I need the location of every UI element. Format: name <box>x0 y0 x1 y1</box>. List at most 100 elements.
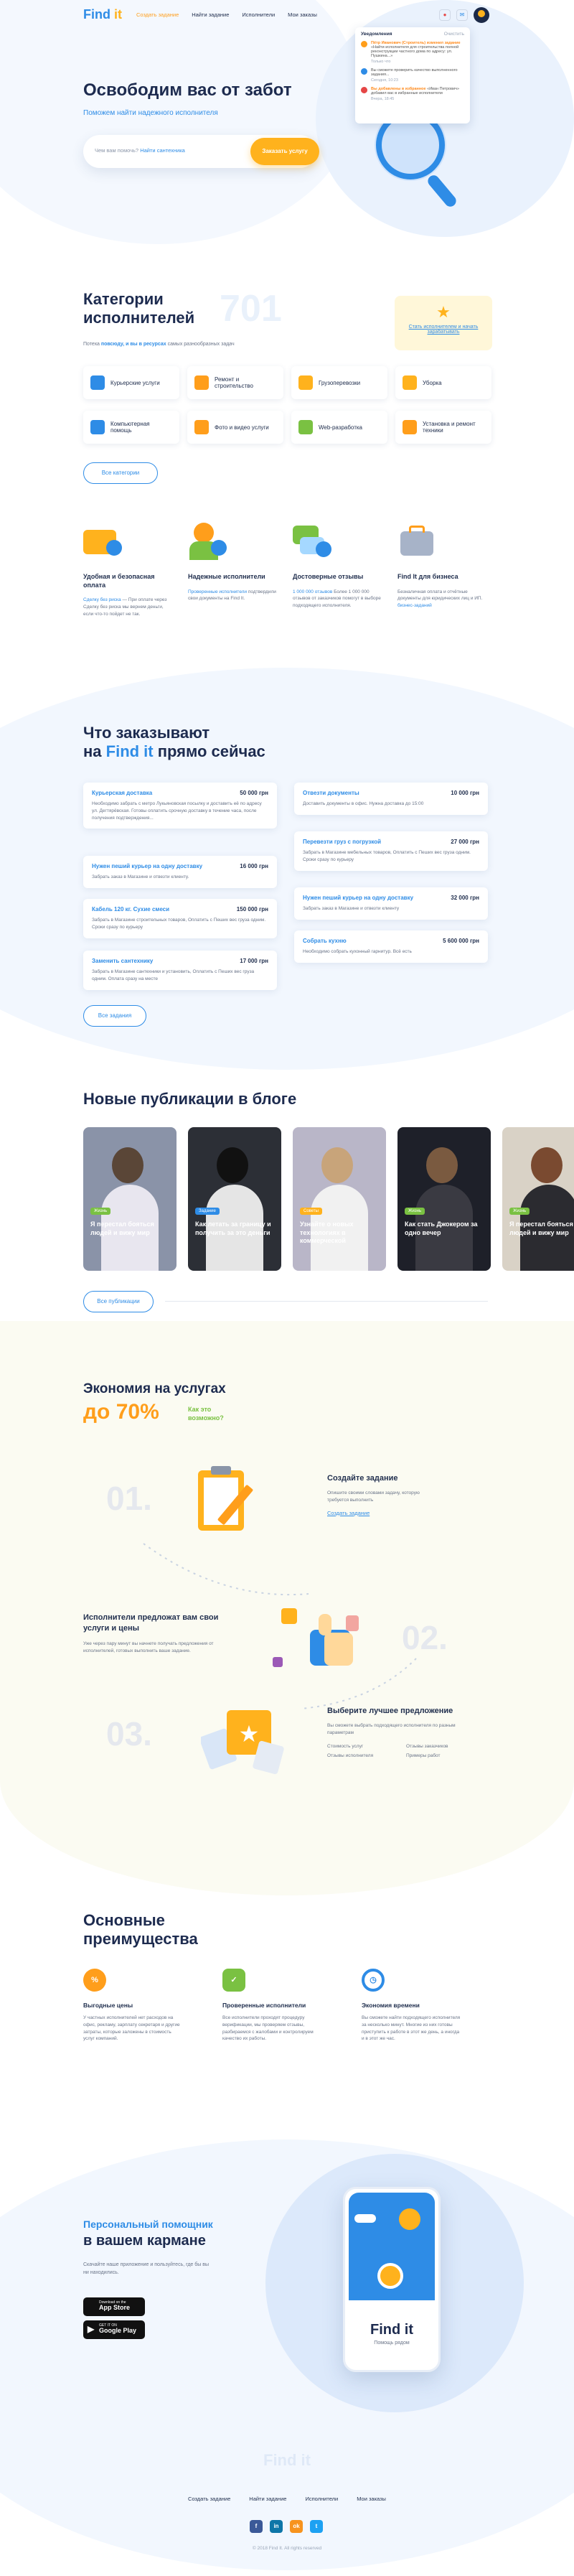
search-bar: Чем вам помочь? Найти сантехника Заказат… <box>83 135 319 168</box>
task-card[interactable]: Перевезти груз с погрузкой 27 000 грн Забр… <box>294 831 488 871</box>
category-cleaning[interactable]: Уборка <box>395 366 491 399</box>
task-card[interactable]: Кабель 120 кг. Сухие смеси 150 000 грн Заб… <box>83 899 277 938</box>
courier-icon <box>90 375 105 390</box>
notification-item[interactable]: Пётр Иванович (Строитель) изменил задани… <box>361 41 464 64</box>
hero-subtitle: Поможем найти надежного исполнителя <box>83 109 218 117</box>
task-card[interactable]: Собрать кухню 5 600 000 грн Необходимо соб… <box>294 930 488 963</box>
nav-find-task[interactable]: Найти задание <box>192 11 229 18</box>
blog-post[interactable]: Задание Как летать за границу и получить … <box>188 1127 281 1271</box>
task-card[interactable]: Нужен пеший курьер на одну доставку 32 00… <box>294 887 488 920</box>
heart-icon <box>361 87 367 93</box>
odnoklassniki-icon[interactable]: ok <box>290 2520 303 2533</box>
tools-icon <box>194 375 209 390</box>
app-text: Скачайте наше приложение и пользуйтесь, … <box>83 2262 210 2275</box>
category-appliances[interactable]: Установка и ремонт техники <box>395 411 491 444</box>
dashed-path <box>143 1543 309 1596</box>
feature-payment: Удобная и безопасная оплата Сделку без р… <box>83 523 174 618</box>
person-icon <box>188 523 228 563</box>
economy-title: Экономия на услугах <box>83 1381 226 1396</box>
code-icon <box>298 420 313 434</box>
google-play-button[interactable]: ▶ GET IT ON Google Play <box>83 2320 145 2339</box>
footer-nav-find-task[interactable]: Найти задание <box>249 2496 286 2502</box>
task-card[interactable]: Отвезти документы 10 000 грн Доставить док… <box>294 783 488 815</box>
economy-accent: до 70% <box>83 1400 159 1424</box>
blog-title: Новые публикации в блоге <box>83 1090 297 1108</box>
all-posts-button[interactable]: Все публикации <box>83 1291 154 1312</box>
all-categories-button[interactable]: Все категории <box>83 462 158 484</box>
blog-post[interactable]: Жизнь Как стать Джокером за одно вечер <box>397 1127 491 1271</box>
blog-post[interactable]: Жизнь Я перестал бояться людей и вижу мир <box>83 1127 177 1271</box>
category-cargo[interactable]: Грузоперевозки <box>291 366 387 399</box>
advantage-prices: % Выгодные цены У частных исполнителей нет… <box>83 1969 184 2043</box>
notifications-panel: Уведомления Очистить Пётр Иванович (Строи… <box>355 27 470 123</box>
nav-performers[interactable]: Исполнители <box>242 11 275 18</box>
truck-icon <box>298 375 313 390</box>
clear-notifications-link[interactable]: Очистить <box>444 32 464 37</box>
bullet: Отзывы исполнителя <box>327 1753 374 1758</box>
star-icon: ★ <box>436 303 451 321</box>
footer-nav-my-orders[interactable]: Мои заказы <box>357 2496 386 2502</box>
percent-icon: % <box>83 1969 106 1992</box>
notification-item[interactable]: Вы сможете проверить качество выполненно… <box>361 68 464 83</box>
bullet: Примеры работ <box>406 1753 441 1758</box>
category-web[interactable]: Web-разработка <box>291 411 387 444</box>
category-courier[interactable]: Курьерские услуги <box>83 366 179 399</box>
feature-reliable: Надежные исполнители Проверенные исполни… <box>188 523 278 602</box>
app-store-button[interactable]: Download on the App Store <box>83 2297 145 2316</box>
wallet-icon <box>83 523 123 563</box>
category-computer[interactable]: Компьютерная помощь <box>83 411 179 444</box>
bell-icon[interactable]: ● <box>439 9 451 21</box>
task-card[interactable]: Заменить сантехнику 17 000 грн Забрать в М… <box>83 951 277 990</box>
order-service-button[interactable]: Заказать услугу <box>250 138 319 165</box>
step-number: 01. <box>106 1480 152 1517</box>
chat-icon <box>293 523 333 563</box>
become-performer-link[interactable]: Стать исполнителем и начать зарабатывать <box>395 325 492 335</box>
divider <box>165 1301 488 1302</box>
task-card[interactable]: Курьерская доставка 50 000 грн Необходимо … <box>83 783 277 829</box>
notification-item[interactable]: Вы добавлены в избранное «Иван Петрович»… <box>361 87 464 101</box>
clipboard-illustration <box>198 1466 253 1531</box>
categories-subtitle: Потеха повсюду, и вы в ресурсах самых ра… <box>83 342 235 347</box>
message-icon[interactable]: ✉ <box>456 9 468 21</box>
become-performer-card: ★ Стать исполнителем и начать зарабатыва… <box>395 296 492 350</box>
footer-nav: Создать задание Найти задание Исполнител… <box>0 2496 574 2502</box>
step-create: Создайте задание Опишите своими словами з… <box>327 1473 435 1516</box>
all-tasks-button[interactable]: Все задания <box>83 1005 146 1027</box>
footer-logo[interactable]: Find it <box>0 2451 574 2470</box>
create-task-link[interactable]: Создать задание <box>327 1510 435 1516</box>
facebook-icon[interactable]: f <box>250 2520 263 2533</box>
info-icon <box>361 68 367 75</box>
main-nav: Создать задание Найти задание Исполнител… <box>136 11 317 18</box>
bg-blob <box>0 0 359 244</box>
search-input[interactable]: Чем вам помочь? Найти сантехника <box>95 147 185 154</box>
advantage-verified: ✓ Проверенные исполнители Все исполнители … <box>222 1969 323 2043</box>
hero-title: Освободим вас от забот <box>83 80 292 100</box>
magnifier-illustration <box>375 109 456 207</box>
footer-nav-create-task[interactable]: Создать задание <box>188 2496 230 2502</box>
step-number: 03. <box>106 1715 152 1753</box>
category-photo-video[interactable]: Фото и видео услуги <box>187 411 283 444</box>
copyright: © 2018 Find It. All rights reserved <box>252 2546 322 2551</box>
blog-post[interactable]: Советы Узнайте о новых технологиях в комм… <box>293 1127 386 1271</box>
advantages-title: Основные преимущества <box>83 1911 198 1949</box>
linkedin-icon[interactable]: in <box>270 2520 283 2533</box>
app-title-line2: в вашем кармане <box>83 2233 206 2249</box>
shield-icon: ✓ <box>222 1969 245 1992</box>
footer-nav-performers[interactable]: Исполнители <box>305 2496 338 2502</box>
nav-my-orders[interactable]: Мои заказы <box>288 11 317 18</box>
nav-create-task[interactable]: Создать задание <box>136 11 179 18</box>
twitter-icon[interactable]: t <box>310 2520 323 2533</box>
play-icon: ▶ <box>88 2324 95 2334</box>
how-possible-link[interactable]: Как это возможно? <box>188 1406 238 1422</box>
orders-title: Что заказывают на Find it прямо сейчас <box>83 724 265 761</box>
briefcase-icon <box>397 523 438 563</box>
phone-subtitle: Помощь рядом <box>374 2341 410 2346</box>
avatar[interactable] <box>474 7 489 23</box>
logo[interactable]: Find it <box>83 7 122 22</box>
stopwatch-icon: ◷ <box>362 1969 385 1992</box>
bullet: Отзывы заказчиков <box>406 1743 448 1749</box>
category-repair[interactable]: Ремонт и строительство <box>187 366 283 399</box>
task-card[interactable]: Нужен пеший курьер на одну доставку 16 00… <box>83 856 277 888</box>
blog-post[interactable]: Жизнь Я перестал бояться людей и вижу мир <box>502 1127 574 1271</box>
broom-icon <box>403 375 417 390</box>
